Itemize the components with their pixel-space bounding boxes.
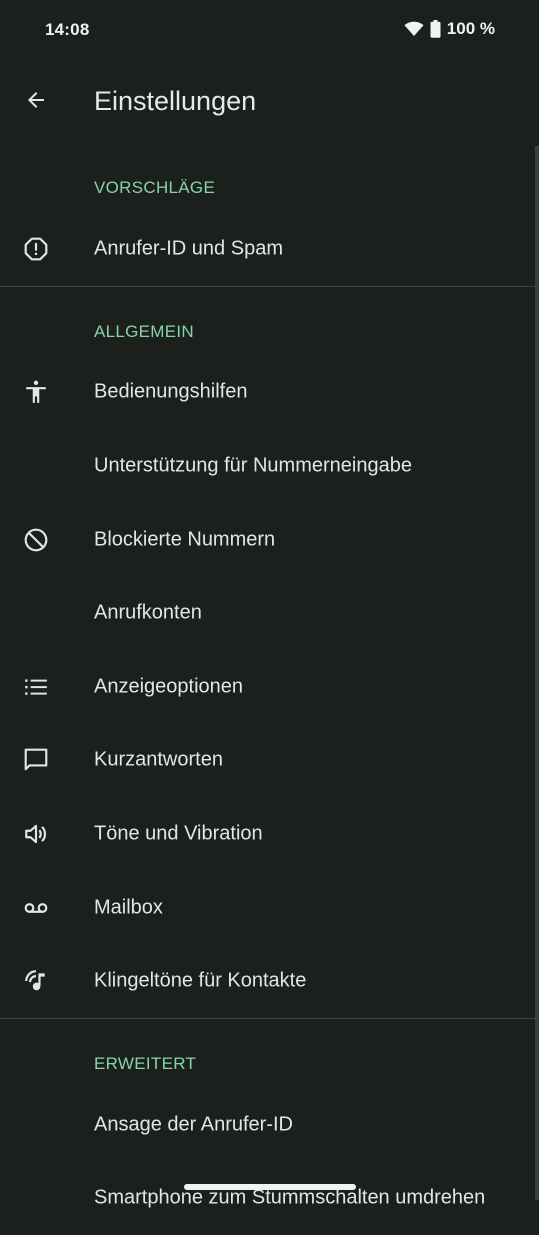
status-icons: 100 %: [404, 19, 495, 39]
scrollbar[interactable]: [535, 146, 539, 1200]
page-title: Einstellungen: [94, 86, 257, 116]
back-button[interactable]: [14, 80, 58, 124]
setting-label: Anrufer-ID und Spam: [94, 237, 283, 260]
arrow-back-icon: [24, 88, 48, 117]
setting-caller-id-spam[interactable]: Anrufer-ID und Spam: [0, 212, 539, 286]
voicemail-icon: [22, 894, 50, 922]
setting-label: Töne und Vibration: [94, 822, 263, 845]
setting-label: Smartphone zum Stummschalten umdrehen: [94, 1186, 486, 1209]
setting-label: Kurzantworten: [94, 748, 223, 771]
status-time: 14:08: [45, 20, 90, 39]
wifi-icon: [404, 21, 424, 37]
section-header-label: VORSCHLÄGE: [94, 178, 216, 197]
setting-flip-to-silence[interactable]: Smartphone zum Stummschalten umdrehen: [0, 1162, 539, 1235]
setting-quick-responses[interactable]: Kurzantworten: [0, 724, 539, 798]
contact-ringtone-icon: [22, 967, 50, 995]
section-header-suggestions: VORSCHLÄGE: [0, 146, 539, 212]
setting-sounds-vibration[interactable]: Töne und Vibration: [0, 797, 539, 871]
setting-label: Mailbox: [94, 896, 163, 919]
setting-label: Unterstützung für Nummerneingabe: [94, 454, 412, 477]
gesture-nav-handle[interactable]: [184, 1184, 356, 1190]
list-icon: [22, 673, 50, 701]
setting-display-options[interactable]: Anzeigeoptionen: [0, 650, 539, 724]
status-bar: 14:08 100 %: [0, 0, 539, 62]
section-header-label: ALLGEMEIN: [94, 321, 195, 341]
setting-voicemail[interactable]: Mailbox: [0, 871, 539, 945]
settings-list: VORSCHLÄGE Anrufer-ID und Spam ALLGEMEIN…: [0, 146, 539, 1235]
battery-percentage: 100 %: [446, 19, 495, 38]
setting-contact-ringtones[interactable]: Klingeltöne für Kontakte: [0, 944, 539, 1018]
setting-label: Ansage der Anrufer-ID: [94, 1113, 293, 1136]
setting-caller-id-announcement[interactable]: Ansage der Anrufer-ID: [0, 1088, 539, 1162]
setting-dial-assist[interactable]: Unterstützung für Nummerneingabe: [0, 429, 539, 503]
setting-blocked-numbers[interactable]: Blockierte Nummern: [0, 503, 539, 577]
volume-icon: [22, 820, 50, 848]
alert-octagon-icon: [22, 235, 50, 263]
app-bar: Einstellungen: [0, 62, 539, 146]
section-header-label: ERWEITERT: [94, 1053, 197, 1073]
setting-label: Bedienungshilfen: [94, 380, 248, 403]
accessibility-icon: [22, 378, 50, 406]
setting-accessibility[interactable]: Bedienungshilfen: [0, 356, 539, 430]
setting-label: Anzeigeoptionen: [94, 675, 244, 698]
setting-label: Klingeltöne für Kontakte: [94, 969, 307, 992]
block-icon: [22, 526, 50, 554]
section-header-general: ALLGEMEIN: [0, 287, 539, 356]
section-header-advanced: ERWEITERT: [0, 1019, 539, 1088]
setting-call-accounts[interactable]: Anrufkonten: [0, 576, 539, 650]
message-icon: [22, 746, 50, 774]
battery-icon: [430, 20, 441, 38]
setting-label: Anrufkonten: [94, 601, 202, 624]
setting-label: Blockierte Nummern: [94, 528, 276, 551]
